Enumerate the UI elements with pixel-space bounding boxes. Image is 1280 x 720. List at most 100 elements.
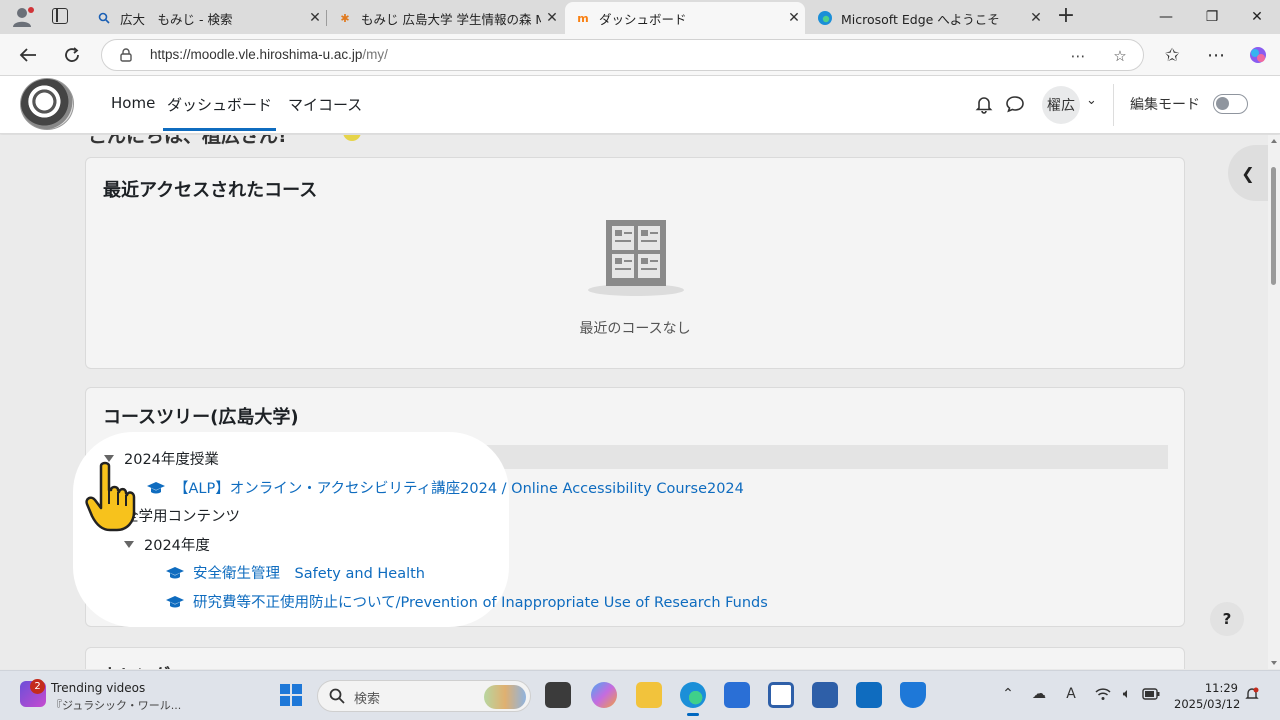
- close-icon[interactable]: ✕: [541, 10, 563, 26]
- ime-indicator[interactable]: A: [1061, 684, 1081, 704]
- url-host: https://moodle.vle.hiroshima-u.ac.jp: [150, 47, 363, 62]
- url-text[interactable]: https://moodle.vle.hiroshima-u.ac.jp/my/: [150, 47, 388, 62]
- task-view-icon[interactable]: [545, 682, 571, 708]
- taskbar-search[interactable]: 検索: [317, 680, 531, 712]
- tree-subcategory-2024[interactable]: 2024年度: [124, 534, 210, 555]
- recent-courses-card: 最近アクセスされたコース 最近のコースなし: [85, 157, 1185, 369]
- tree-category-label: 2024年度: [144, 538, 210, 554]
- notifications-icon[interactable]: [1242, 684, 1262, 704]
- recent-courses-title: 最近アクセスされたコース: [103, 180, 318, 201]
- new-tab-button[interactable]: +: [1054, 4, 1078, 28]
- windows-start-icon[interactable]: [280, 684, 302, 706]
- refresh-button[interactable]: [58, 42, 86, 68]
- scrollbar-thumb[interactable]: [1271, 167, 1276, 285]
- divider: [1113, 84, 1114, 126]
- refresh-icon: [65, 47, 79, 62]
- university-logo[interactable]: [20, 78, 74, 130]
- volume-icon[interactable]: 🔈︎: [1117, 684, 1137, 704]
- search-icon: [329, 688, 345, 704]
- graduation-cap-icon: [166, 595, 184, 607]
- nav-dashboard[interactable]: ダッシュボード: [162, 94, 277, 131]
- settings-menu-icon[interactable]: ⋯: [1202, 42, 1230, 68]
- wifi-icon[interactable]: [1093, 684, 1113, 704]
- no-recent-courses-text: 最近のコースなし: [579, 321, 691, 337]
- tray-overflow-icon[interactable]: ⌃: [998, 684, 1018, 704]
- profile-icon[interactable]: [10, 6, 36, 28]
- site-info-icon[interactable]: [120, 48, 132, 62]
- tree-course-label: 研究費等不正使用防止について/Prevention of Inappropria…: [193, 595, 768, 611]
- browser-tab-strip: 広大 もみじ - 検索 ✕ ✱ もみじ 広島大学 学生情報の森 MOM ✕ m …: [0, 0, 1280, 34]
- tree-course-label: 【ALP】オンライン・アクセシビリティ講座2024 / Online Acces…: [174, 481, 744, 497]
- moodle-navbar: Home ダッシュボード マイコース 櫂広 ⌄ 編集モード: [0, 76, 1280, 134]
- security-shield-icon[interactable]: [900, 682, 926, 708]
- next-block-title-partial: カレンダー: [102, 661, 187, 669]
- edit-mode-toggle[interactable]: [1213, 94, 1248, 114]
- nav-home[interactable]: Home: [111, 94, 155, 112]
- store-icon[interactable]: [724, 682, 750, 708]
- search-icon: [96, 10, 112, 26]
- tab-edge-welcome[interactable]: Microsoft Edge へようこそ ✕: [807, 2, 1047, 34]
- outlook-icon[interactable]: [856, 682, 882, 708]
- tree-course-safety[interactable]: 安全衛生管理 Safety and Health: [165, 562, 425, 583]
- tab-title: もみじ 広島大学 学生情報の森 MOM: [361, 11, 541, 27]
- system-clock[interactable]: 11:29 2025/03/12: [1174, 680, 1241, 712]
- chevron-down-icon[interactable]: ⌄: [1086, 93, 1097, 108]
- battery-icon[interactable]: [1141, 684, 1161, 704]
- clock-time: 11:29: [1204, 681, 1238, 695]
- tab-search[interactable]: 広大 もみじ - 検索 ✕: [86, 2, 327, 34]
- address-bar[interactable]: https://moodle.vle.hiroshima-u.ac.jp/my/…: [101, 39, 1144, 71]
- messages-icon[interactable]: [1005, 94, 1025, 114]
- tree-course-label: 安全衛生管理 Safety and Health: [193, 566, 425, 582]
- tree-category-university-content[interactable]: 全学用コンテンツ: [124, 505, 240, 526]
- close-icon[interactable]: ✕: [304, 10, 326, 26]
- tab-title: Microsoft Edge へようこそ: [841, 11, 1000, 27]
- onedrive-cloud-icon[interactable]: ☁: [1029, 684, 1049, 704]
- notification-bell-icon[interactable]: [974, 94, 994, 114]
- next-block-card: [85, 647, 1185, 669]
- expand-triangle-icon[interactable]: [124, 541, 134, 548]
- back-button[interactable]: [14, 42, 42, 68]
- edge-icon: [817, 10, 833, 26]
- clock-date: 2025/03/12: [1174, 697, 1241, 711]
- windows-taskbar: 2 Trending videos 『ジュラシック・ワール... 検索 ⌃ ☁ …: [0, 670, 1280, 720]
- edit-mode-label: 編集モード: [1130, 97, 1200, 113]
- tab-actions-icon[interactable]: [52, 8, 68, 24]
- scroll-down-icon[interactable]: [1271, 661, 1277, 665]
- restore-button[interactable]: ❐: [1189, 0, 1235, 34]
- widgets-badge: 2: [30, 679, 45, 694]
- tree-course-alp[interactable]: 【ALP】オンライン・アクセシビリティ講座2024 / Online Acces…: [146, 477, 744, 498]
- more-options-circle-icon[interactable]: ⋯: [1067, 45, 1089, 67]
- welcome-heading-partial: こんにちは、植広さん!: [88, 135, 287, 147]
- scroll-up-icon[interactable]: [1271, 139, 1277, 143]
- copilot-app-icon[interactable]: [591, 682, 617, 708]
- favorites-icon[interactable]: ✩: [1158, 42, 1186, 68]
- help-button[interactable]: ?: [1210, 602, 1244, 636]
- favorite-star-icon[interactable]: ☆: [1109, 45, 1131, 67]
- chevron-left-icon: ❮: [1241, 163, 1255, 183]
- tab-dashboard[interactable]: m ダッシュボード ✕: [565, 2, 805, 34]
- remote-desktop-icon[interactable]: [768, 682, 794, 708]
- file-explorer-icon[interactable]: [636, 682, 662, 708]
- user-avatar[interactable]: 櫂広: [1042, 86, 1080, 124]
- back-arrow-icon: [19, 48, 36, 62]
- page-scrollbar[interactable]: [1268, 135, 1280, 669]
- tab-title: ダッシュボード: [599, 11, 687, 27]
- graduation-cap-icon: [166, 566, 184, 578]
- teams-app-icon[interactable]: [812, 682, 838, 708]
- nav-my-courses[interactable]: マイコース: [288, 94, 362, 115]
- widgets-subtitle[interactable]: 『ジュラシック・ワール...: [51, 697, 181, 713]
- minimize-button[interactable]: —: [1143, 0, 1189, 34]
- no-courses-illustration-icon: [588, 220, 684, 296]
- graduation-cap-icon: [147, 481, 165, 493]
- close-icon[interactable]: ✕: [783, 10, 805, 26]
- close-icon[interactable]: ✕: [1025, 10, 1047, 26]
- tree-category-label: 全学用コンテンツ: [124, 509, 240, 525]
- tree-course-research-funds[interactable]: 研究費等不正使用防止について/Prevention of Inappropria…: [165, 591, 768, 612]
- moodle-icon: m: [577, 11, 589, 25]
- copilot-icon[interactable]: [1244, 42, 1272, 68]
- window-close-button[interactable]: ✕: [1234, 0, 1280, 34]
- tab-momiji[interactable]: ✱ もみじ 広島大学 学生情報の森 MOM ✕: [327, 2, 563, 34]
- widgets-title[interactable]: Trending videos: [51, 681, 145, 695]
- edge-app-icon[interactable]: [680, 682, 706, 716]
- search-highlight-image: [484, 685, 526, 709]
